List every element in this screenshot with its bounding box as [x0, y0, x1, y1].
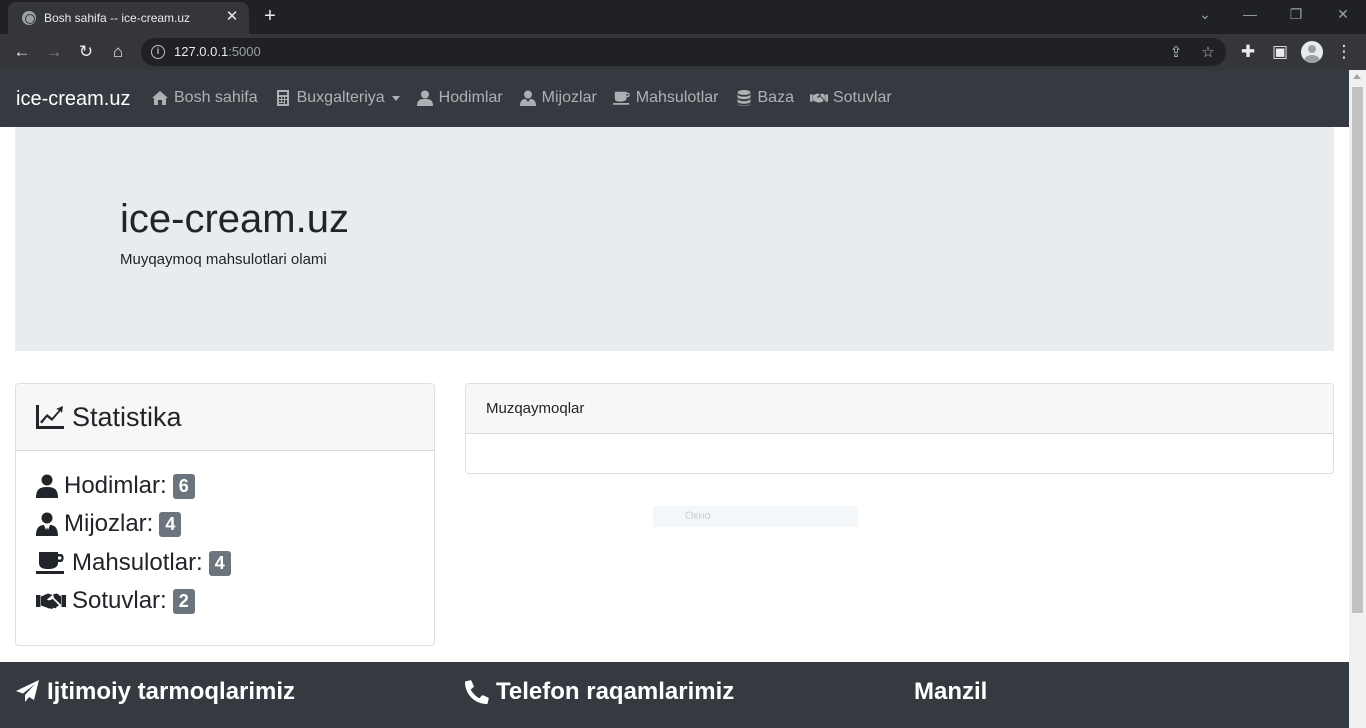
site-info-icon[interactable]: i [151, 45, 165, 59]
nav-item-baza[interactable]: Baza [735, 89, 794, 107]
new-tab-button[interactable]: + [259, 6, 281, 28]
page-viewport: ice-cream.uz Bosh sahifa Buxgalteriya Ho… [0, 70, 1349, 728]
share-icon[interactable]: ⇪ [1167, 43, 1185, 61]
forward-icon[interactable]: → [42, 40, 66, 64]
nav-item-mahsulotlar[interactable]: Mahsulotlar [612, 89, 719, 107]
url-host: 127.0.0.1 [174, 44, 229, 59]
nav-label: Mahsulotlar [635, 89, 719, 106]
profile-avatar[interactable] [1301, 41, 1323, 63]
phone-icon [465, 680, 489, 704]
bookmark-star-icon[interactable]: ☆ [1199, 43, 1217, 61]
stat-row-mijozlar: Mijozlar: 4 [36, 510, 182, 538]
database-icon [737, 90, 750, 106]
nav-item-buxgalteriya[interactable]: Buxgalteriya [274, 89, 400, 107]
hero-lead: Muyqaymoq mahsulotlari olami [120, 251, 327, 268]
user-icon [36, 474, 58, 498]
stat-label: Mijozlar: [64, 510, 154, 537]
stat-label: Sotuvlar: [72, 587, 167, 614]
browser-tab[interactable]: Bosh sahifa -- ice-cream.uz ✕ [8, 2, 249, 34]
nav-item-hodimlar[interactable]: Hodimlar [416, 89, 503, 107]
site-navbar: ice-cream.uz Bosh sahifa Buxgalteriya Ho… [0, 70, 1349, 127]
url-text: 127.0.0.1:5000 [174, 44, 261, 59]
nav-menu: Bosh sahifa Buxgalteriya Hodimlar Mijozl… [151, 89, 908, 107]
user-tie-icon [36, 512, 58, 536]
statistics-title: Statistika [72, 401, 182, 432]
chart-line-icon [36, 405, 64, 429]
tab-search-icon[interactable]: ⌄ [1194, 6, 1216, 23]
side-panel-icon[interactable]: ▣ [1268, 40, 1292, 64]
nav-label: Buxgalteriya [296, 89, 385, 106]
page-scrollbar[interactable] [1349, 70, 1366, 728]
ice-cream-card: Muzqaymoqlar [465, 383, 1334, 474]
menu-icon[interactable]: ⋮ [1332, 40, 1356, 64]
minimize-icon[interactable]: — [1239, 6, 1261, 22]
hero-jumbotron: ice-cream.uz Muyqaymoq mahsulotlari olam… [15, 127, 1334, 351]
nav-label: Hodimlar [438, 89, 503, 106]
ice-cream-card-title: Muzqaymoqlar [486, 400, 585, 417]
navbar-brand[interactable]: ice-cream.uz [16, 88, 130, 111]
globe-icon [22, 11, 36, 25]
url-port: :5000 [228, 44, 261, 59]
count-badge: 6 [172, 473, 195, 499]
footer-social-label: Ijtimoiy tarmoqlarimiz [47, 678, 296, 705]
reload-icon[interactable]: ↻ [74, 40, 98, 64]
stat-row-sotuvlar: Sotuvlar: 2 [36, 587, 195, 615]
nav-label: Baza [757, 89, 794, 106]
hero-title: ice-cream.uz [120, 197, 349, 241]
home-icon [152, 91, 168, 105]
nav-label: Bosh sahifa [174, 89, 258, 106]
statistics-card-header: Statistika [16, 384, 434, 451]
site-footer: Ijtimoiy tarmoqlarimiz Telefon raqamlari… [0, 662, 1349, 728]
footer-address-label: Manzil [914, 678, 988, 705]
tab-title: Bosh sahifa -- ice-cream.uz [44, 11, 191, 25]
handshake-icon [809, 93, 828, 103]
stat-row-hodimlar: Hodimlar: 6 [36, 472, 195, 500]
close-window-icon[interactable]: ✕ [1332, 6, 1354, 23]
browser-toolbar: ← → ↻ ⌂ i 127.0.0.1:5000 ⇪ ☆ ✚ ▣ ⋮ [0, 34, 1366, 70]
ice-cream-card-header: Muzqaymoqlar [466, 384, 1333, 434]
stat-label: Mahsulotlar: [72, 549, 203, 576]
nav-label: Sotuvlar [832, 89, 892, 106]
extensions-icon[interactable]: ✚ [1236, 40, 1260, 64]
coffee-icon [612, 91, 630, 105]
scroll-up-arrow-icon[interactable] [1353, 74, 1361, 79]
statistics-heading: Statistika [36, 402, 182, 433]
count-badge: 4 [208, 550, 231, 576]
footer-phone-label: Telefon raqamlarimiz [496, 678, 735, 705]
paper-plane-icon [16, 680, 39, 702]
handshake-icon [36, 593, 66, 609]
back-icon[interactable]: ← [10, 40, 34, 64]
scrollbar-thumb[interactable] [1352, 87, 1363, 613]
coffee-icon [36, 552, 64, 574]
browser-tab-strip: Bosh sahifa -- ice-cream.uz ✕ + ⌄ — ❐ ✕ [0, 0, 1366, 34]
calculator-icon [276, 90, 289, 106]
ghost-tooltip: Окно [653, 506, 858, 527]
restore-icon[interactable]: ❐ [1285, 6, 1307, 23]
close-tab-icon[interactable]: ✕ [223, 8, 241, 26]
nav-item-bosh-sahifa[interactable]: Bosh sahifa [151, 89, 258, 107]
nav-label: Mijozlar [541, 89, 597, 106]
nav-item-sotuvlar[interactable]: Sotuvlar [809, 89, 892, 107]
user-tie-icon [519, 90, 536, 106]
stat-row-mahsulotlar: Mahsulotlar: 4 [36, 549, 231, 577]
count-badge: 4 [159, 511, 182, 537]
footer-address-heading: Manzil [914, 678, 987, 706]
footer-social-heading: Ijtimoiy tarmoqlarimiz [16, 678, 295, 706]
home-button-icon[interactable]: ⌂ [106, 40, 130, 64]
nav-item-mijozlar[interactable]: Mijozlar [519, 89, 597, 107]
count-badge: 2 [172, 588, 195, 614]
user-icon [416, 90, 433, 106]
footer-phone-heading: Telefon raqamlarimiz [465, 678, 734, 706]
address-bar[interactable]: i 127.0.0.1:5000 ⇪ ☆ [141, 38, 1226, 66]
chevron-down-icon [391, 95, 400, 101]
stat-label: Hodimlar: [64, 472, 167, 499]
statistics-card: Statistika Hodimlar: 6 Mijozlar: 4 Mahsu… [15, 383, 435, 646]
